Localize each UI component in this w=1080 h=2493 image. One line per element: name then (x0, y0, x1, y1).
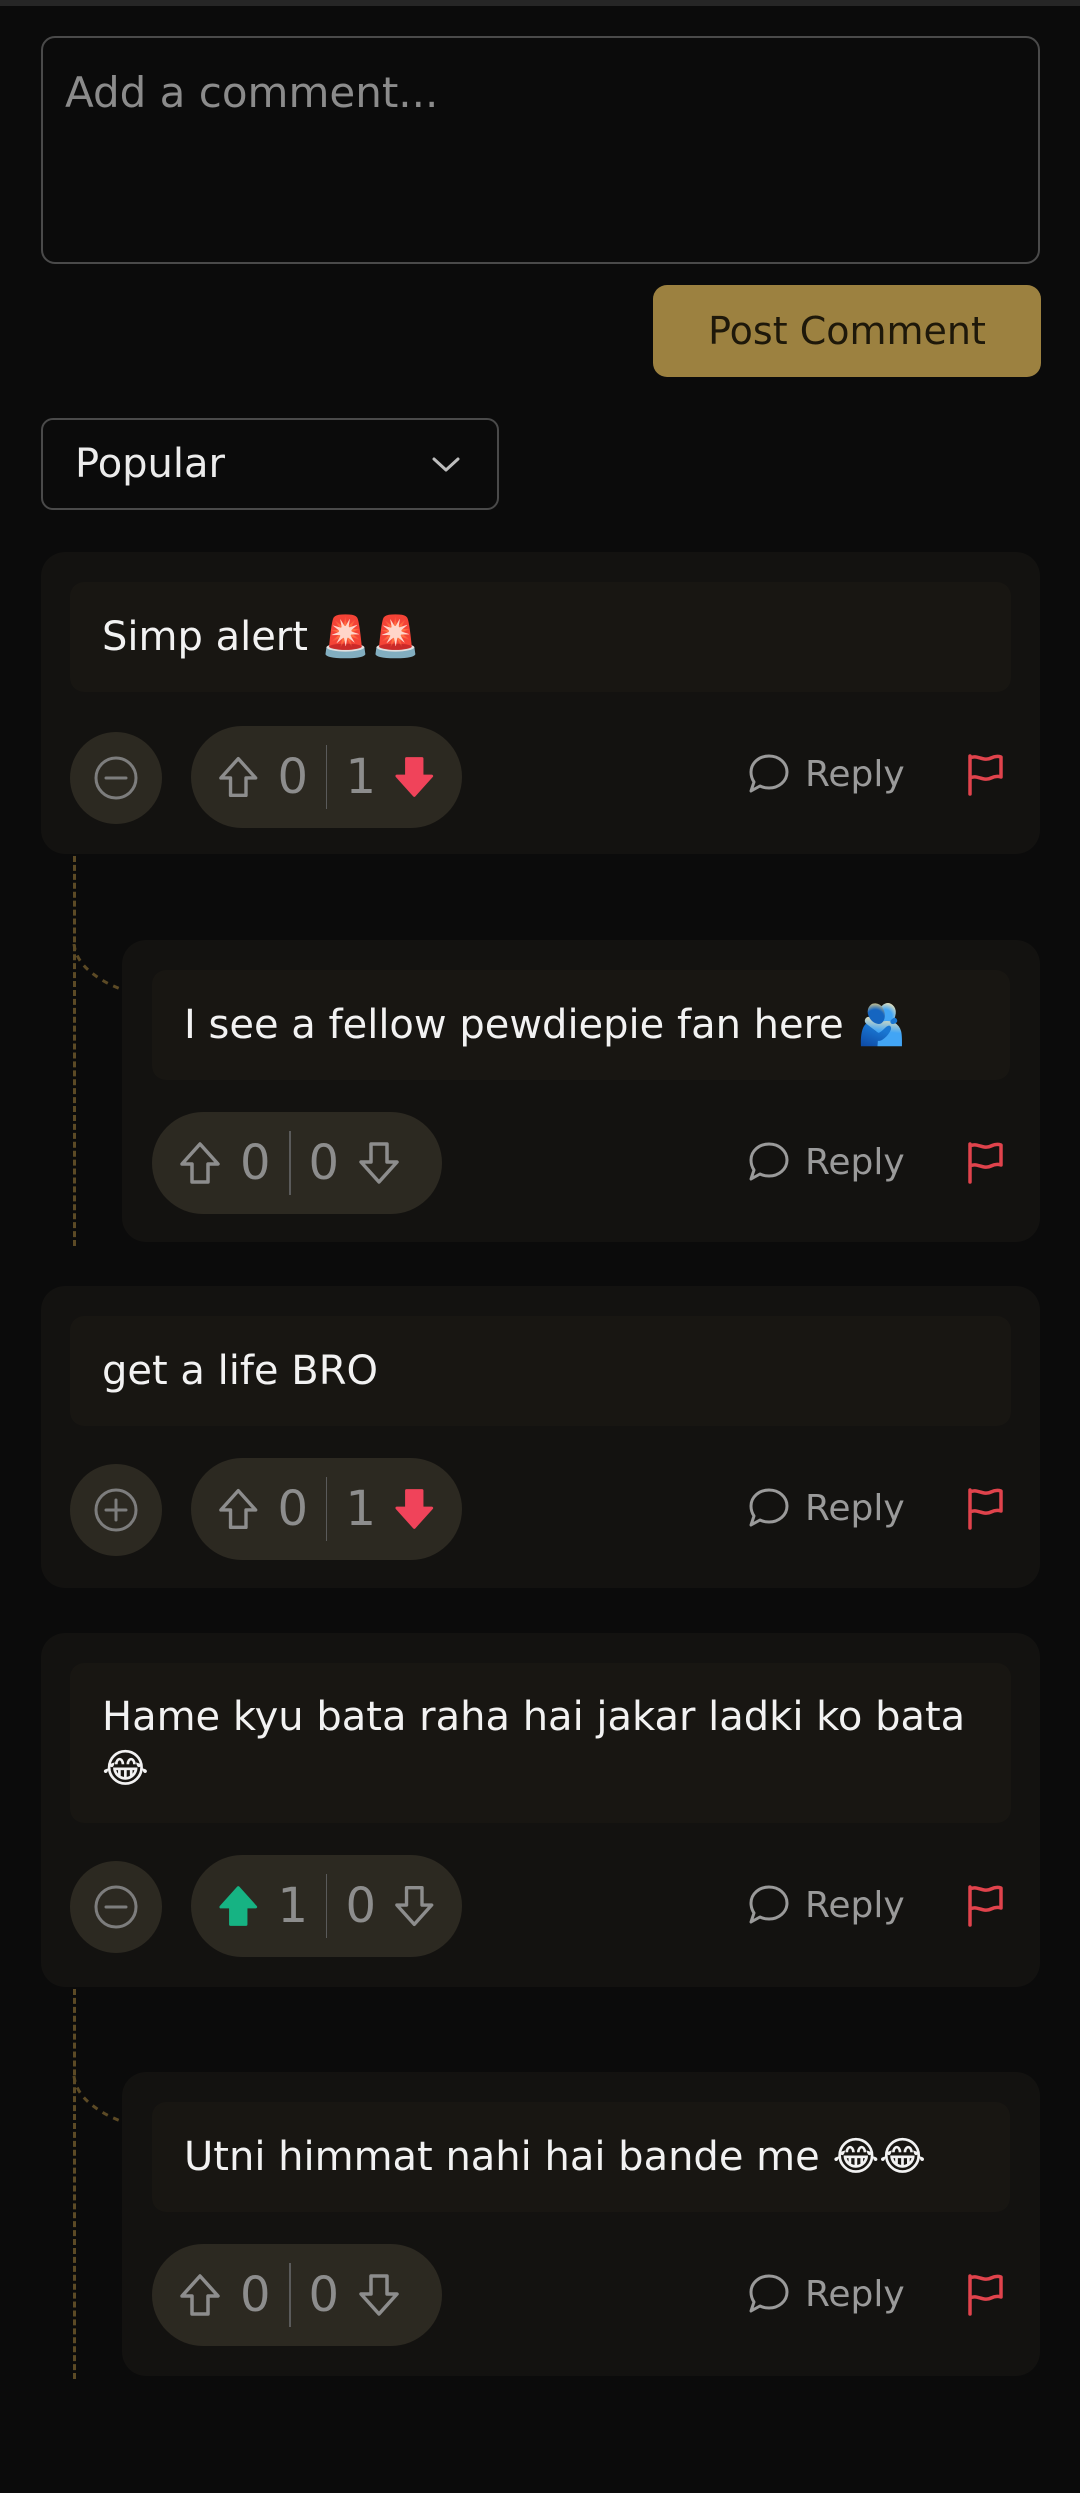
vote-divider (288, 1131, 291, 1195)
upvote-arrow-icon[interactable] (217, 1883, 260, 1929)
comment-composer[interactable] (41, 36, 1040, 264)
comment-card: get a life BRO 0 1 Reply (41, 1286, 1040, 1588)
collapse-thread-button[interactable] (70, 1861, 162, 1953)
reply-button[interactable]: Reply (747, 1486, 905, 1530)
downvote-count: 0 (308, 1135, 340, 1191)
sort-dropdown[interactable]: Popular (41, 418, 499, 510)
comment-text: Simp alert 🚨🚨 (70, 582, 1011, 692)
comment-text: get a life BRO (70, 1316, 1011, 1426)
flag-icon[interactable] (963, 1883, 1007, 1927)
vote-divider (325, 1477, 328, 1541)
downvote-arrow-icon[interactable] (357, 1140, 401, 1186)
comment-text: Utni himmat nahi hai bande me 😂😂 (152, 2102, 1010, 2212)
vote-controls: 0 0 (152, 2244, 442, 2346)
expand-thread-button[interactable] (70, 1464, 162, 1556)
vote-controls: 0 1 (191, 1458, 462, 1560)
vote-divider (288, 2263, 291, 2327)
comment-card: Hame kyu bata raha hai jakar ladki ko ba… (41, 1633, 1040, 1987)
downvote-count: 0 (308, 2267, 340, 2323)
downvote-count: 1 (345, 1481, 377, 1537)
downvote-arrow-icon[interactable] (393, 754, 436, 800)
vote-controls: 0 0 (152, 1112, 442, 1214)
sort-selected-value: Popular (75, 441, 225, 487)
speech-bubble-icon (749, 1488, 789, 1527)
minus-circle-icon (94, 1885, 138, 1929)
upvote-count: 0 (240, 1135, 271, 1191)
upvote-count: 0 (277, 1481, 309, 1537)
upvote-count: 1 (277, 1878, 309, 1934)
upvote-arrow-icon[interactable] (217, 754, 260, 800)
speech-bubble-icon (749, 1885, 789, 1924)
downvote-arrow-icon[interactable] (393, 1486, 436, 1532)
vote-controls: 0 1 (191, 726, 462, 828)
flag-icon[interactable] (963, 1140, 1007, 1184)
upvote-count: 0 (277, 749, 309, 805)
upvote-arrow-icon[interactable] (217, 1486, 260, 1532)
chevron-down-icon (432, 457, 460, 472)
speech-bubble-icon (749, 2274, 789, 2313)
reply-button[interactable]: Reply (747, 1883, 905, 1927)
comment-text: Hame kyu bata raha hai jakar ladki ko ba… (70, 1663, 1011, 1823)
upvote-count: 0 (240, 2267, 271, 2323)
vote-controls: 1 0 (191, 1855, 462, 1957)
reply-button[interactable]: Reply (747, 2272, 905, 2316)
speech-bubble-icon (749, 754, 789, 793)
downvote-count: 0 (345, 1878, 377, 1934)
speech-bubble-icon (749, 1142, 789, 1181)
comment-input[interactable] (65, 68, 1016, 232)
thread-connector (73, 1989, 76, 2379)
upvote-arrow-icon[interactable] (178, 2272, 222, 2318)
vote-divider (325, 1874, 328, 1938)
plus-circle-icon (94, 1488, 138, 1532)
upvote-arrow-icon[interactable] (178, 1140, 222, 1186)
minus-circle-icon (94, 756, 138, 800)
thread-connector (73, 856, 76, 1246)
comment-text: I see a fellow pewdiepie fan here 🫂 (152, 970, 1010, 1080)
flag-icon[interactable] (963, 2272, 1007, 2316)
reply-button[interactable]: Reply (747, 752, 905, 796)
top-divider (0, 0, 1080, 6)
collapse-thread-button[interactable] (70, 732, 162, 824)
comment-card: Simp alert 🚨🚨 0 1 Reply (41, 552, 1040, 854)
reply-button[interactable]: Reply (747, 1140, 905, 1184)
downvote-arrow-icon[interactable] (393, 1883, 436, 1929)
reply-card: I see a fellow pewdiepie fan here 🫂 0 0 … (122, 940, 1040, 1242)
reply-card: Utni himmat nahi hai bande me 😂😂 0 0 Rep… (122, 2072, 1040, 2376)
post-comment-button[interactable]: Post Comment (653, 285, 1041, 377)
downvote-count: 1 (345, 749, 377, 805)
flag-icon[interactable] (963, 752, 1007, 796)
vote-divider (325, 745, 328, 809)
downvote-arrow-icon[interactable] (357, 2272, 401, 2318)
flag-icon[interactable] (963, 1486, 1007, 1530)
